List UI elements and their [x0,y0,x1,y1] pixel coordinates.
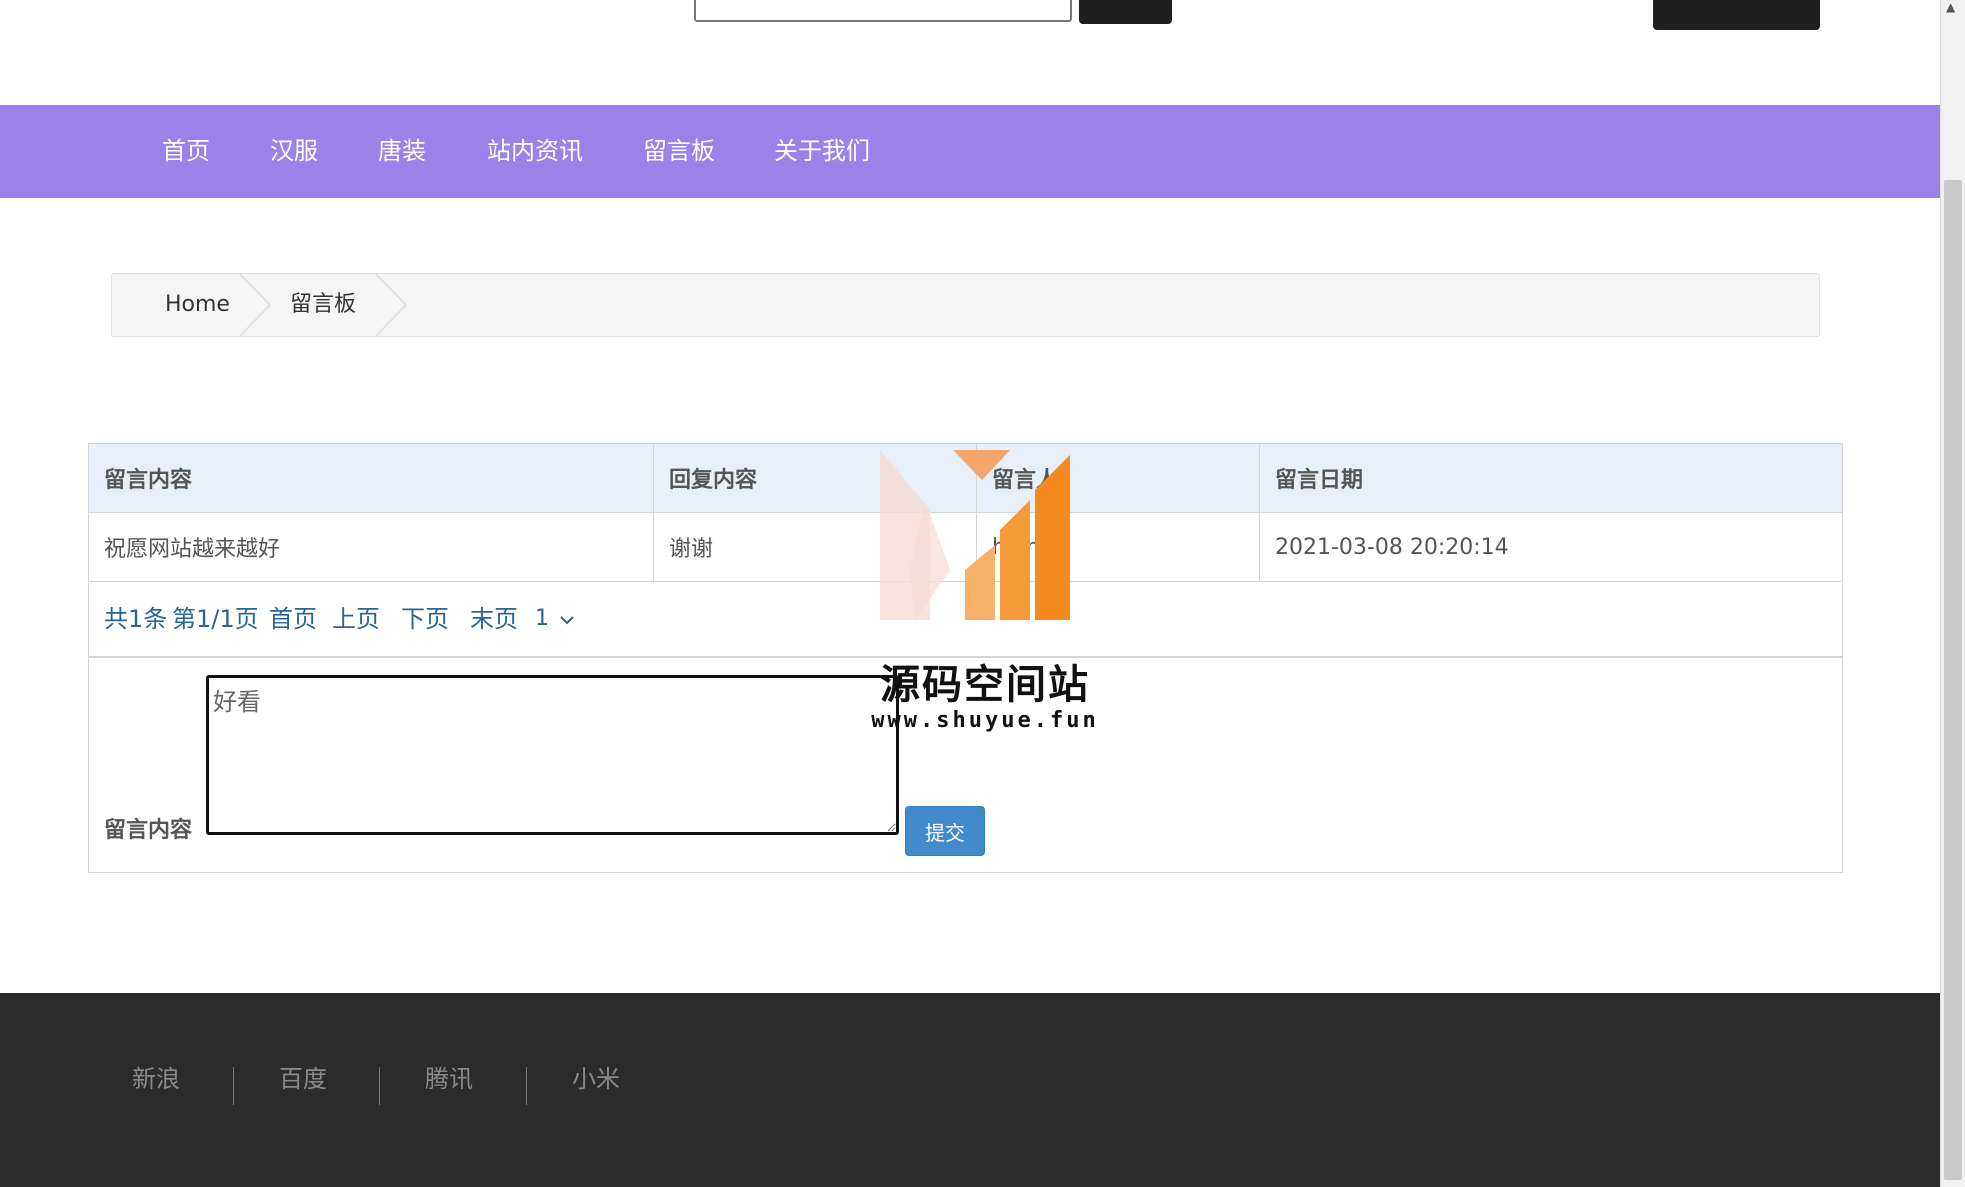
nav-item-hanfu[interactable]: 汉服 [270,105,318,198]
table-row: 祝愿网站越来越好 谢谢 huihui 2021-03-08 20:20:14 [88,512,1843,582]
pager-next[interactable]: 下页 [401,583,449,655]
page-select-value: 1 [535,606,549,631]
main-nav: 首页 汉服 唐装 站内资讯 留言板 关于我们 [0,105,1940,198]
form-label: 留言内容 [104,818,193,843]
header-content: 留言内容 [88,443,654,513]
breadcrumb: Home 留言板 [111,273,1820,337]
header-author: 留言人 [976,443,1260,513]
cell-content: 祝愿网站越来越好 [88,512,654,582]
pager-total: 共1条 [104,605,168,633]
nav-item-tangzhuang[interactable]: 唐装 [378,105,426,198]
message-textarea[interactable]: 好看 [206,675,899,835]
scrollbar[interactable]: ▲ [1940,0,1965,1187]
pager-prev[interactable]: 上页 [332,583,380,655]
chevron-right-icon [240,274,272,336]
header-date: 留言日期 [1259,443,1843,513]
footer-divider [526,1067,527,1105]
chevron-right-icon [376,274,408,336]
search-input[interactable] [694,0,1072,22]
page-select[interactable]: 1 [535,583,574,655]
pagination: 共1条 第1/1页 首页 上页 下页 末页 1 [88,583,1843,657]
message-form: 留言内容 好看 提交 [88,657,1843,873]
scroll-up-arrow-icon[interactable]: ▲ [1946,0,1955,14]
header-reply: 回复内容 [653,443,977,513]
message-table: 留言内容 回复内容 留言人 留言日期 祝愿网站越来越好 谢谢 huihui 20… [88,443,1843,582]
submit-button[interactable]: 提交 [905,806,985,856]
nav-item-home[interactable]: 首页 [162,105,210,198]
table-header-row: 留言内容 回复内容 留言人 留言日期 [88,443,1843,513]
nav-item-guestbook[interactable]: 留言板 [643,105,715,198]
pager-page-info: 第1/1页 [172,605,259,633]
footer-divider [233,1067,234,1105]
chevron-down-icon [560,616,574,625]
cell-reply: 谢谢 [653,512,977,582]
login-button[interactable] [1653,0,1820,30]
top-header [0,0,1940,105]
search-button[interactable] [1079,0,1172,24]
pager-last[interactable]: 末页 [470,583,518,655]
scroll-thumb[interactable] [1944,180,1962,1180]
nav-item-about[interactable]: 关于我们 [774,105,870,198]
footer-link-baidu[interactable]: 百度 [279,1059,327,1094]
breadcrumb-current: 留言板 [290,292,357,317]
breadcrumb-home[interactable]: Home [165,274,230,336]
pager-first[interactable]: 首页 [269,583,317,655]
cell-date: 2021-03-08 20:20:14 [1259,512,1843,582]
footer-link-tencent[interactable]: 腾讯 [425,1059,473,1094]
nav-item-news[interactable]: 站内资讯 [487,105,583,198]
cell-author: huihui [976,512,1260,582]
footer-link-sina[interactable]: 新浪 [132,1059,180,1094]
footer-link-xiaomi[interactable]: 小米 [572,1059,620,1094]
footer: 新浪 百度 腾讯 小米 [0,993,1940,1187]
footer-divider [379,1067,380,1105]
